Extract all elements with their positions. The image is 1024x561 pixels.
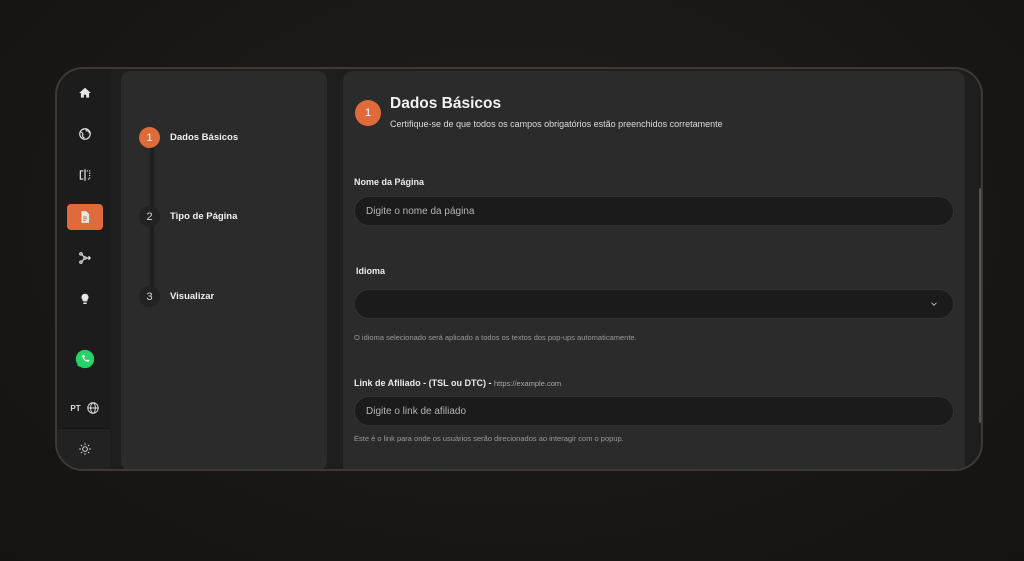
rail-footer [57, 428, 110, 469]
whatsapp-button[interactable] [67, 345, 103, 373]
document-icon [81, 211, 90, 223]
section-number-badge: 1 [355, 100, 381, 126]
affiliate-link-label: Link de Afiliado - (TSL ou DTC) - https:… [354, 378, 561, 388]
whatsapp-icon [75, 349, 95, 369]
section-title: Dados Básicos [390, 95, 502, 112]
step-page-type[interactable]: 2 Tipo de Página [139, 206, 237, 227]
lightbulb-icon [81, 293, 89, 304]
affiliate-link-input[interactable] [354, 396, 954, 426]
language-select[interactable] [354, 289, 954, 319]
home-icon [79, 87, 91, 98]
nav-compare[interactable] [67, 162, 103, 188]
nav-web[interactable] [67, 121, 103, 147]
nav-ideas[interactable] [67, 286, 103, 312]
language-label: Idioma [356, 266, 386, 276]
language-switcher[interactable]: PT [67, 399, 103, 417]
sun-icon [79, 443, 91, 455]
form-scrollbar[interactable] [979, 188, 981, 423]
step-label: Visualizar [170, 291, 215, 302]
step-label: Dados Básicos [170, 132, 239, 143]
split-view-icon [79, 169, 91, 181]
page-name-label: Nome da Página [354, 177, 425, 187]
nav-pages[interactable] [67, 204, 103, 230]
theme-toggle[interactable] [67, 436, 103, 462]
page-name-input[interactable] [354, 196, 954, 226]
step-number: 2 [139, 206, 160, 227]
nav-home[interactable] [67, 80, 103, 106]
language-help-text: O idioma selecionado será aplicado a tod… [354, 333, 637, 342]
nav-flows[interactable] [67, 245, 103, 271]
step-basic-data[interactable]: 1 Dados Básicos [139, 127, 238, 148]
chevron-down-icon [929, 299, 939, 312]
globe-icon [86, 402, 99, 414]
affiliate-link-label-text: Link de Afiliado - (TSL ou DTC) - [354, 378, 492, 388]
step-label: Tipo de Página [170, 211, 238, 222]
app-window: PT 1 Dados Básicos 2 Tipo de Página 3 Vi… [55, 67, 983, 471]
icon-rail: PT [57, 69, 110, 469]
flow-icon [79, 252, 92, 264]
step-number: 3 [139, 286, 160, 307]
globe-icon [79, 128, 91, 140]
language-code: PT [70, 403, 81, 413]
step-number: 1 [139, 127, 160, 148]
affiliate-link-hint: https://example.com [494, 379, 562, 388]
affiliate-link-help-text: Este é o link para onde os usuários serã… [354, 434, 624, 443]
section-subtitle: Certifique-se de que todos os campos obr… [390, 119, 723, 129]
form-panel: 1 Dados Básicos Certifique-se de que tod… [343, 71, 965, 469]
steps-panel: 1 Dados Básicos 2 Tipo de Página 3 Visua… [121, 71, 327, 469]
step-preview[interactable]: 3 Visualizar [139, 286, 214, 307]
